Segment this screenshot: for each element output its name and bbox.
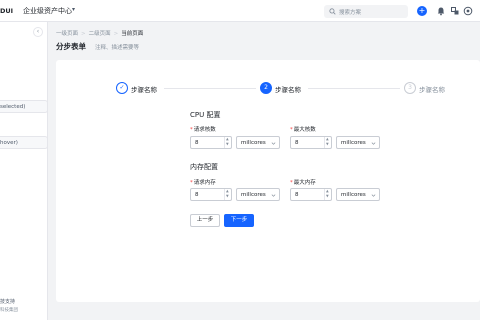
prev-step-button[interactable]: 上一步 [190, 214, 220, 227]
add-button[interactable]: + [417, 6, 427, 16]
stepper-up-icon[interactable]: ▲ [326, 189, 329, 193]
number-stepper[interactable]: ▲ ▼ [224, 137, 231, 148]
number-stepper[interactable]: ▲ ▼ [324, 137, 331, 148]
stepper-down-icon[interactable]: ▼ [326, 194, 329, 198]
support-text: 技支持 [0, 299, 16, 305]
breadcrumb-separator: > [81, 31, 86, 37]
cpu-max-unit-select[interactable]: millcores [336, 136, 380, 149]
stepper-down-icon[interactable]: ▼ [226, 194, 229, 198]
step-2-active-icon: 2 [260, 82, 272, 94]
breadcrumb: 一级页面 > 二级页面 > 当前页面 [56, 29, 143, 37]
cpu-section-title: CPU 配置 [190, 111, 221, 119]
search-input[interactable]: 搜索方案 [324, 5, 408, 18]
search-icon [329, 8, 336, 15]
memory-request-input[interactable]: 8 ▲ ▼ [190, 188, 232, 201]
page-title: 分步表单 [56, 42, 86, 51]
stepper-down-icon[interactable]: ▼ [326, 142, 329, 146]
stepper-up-icon[interactable]: ▲ [326, 137, 329, 141]
step-1-label: 步骤名称 [131, 86, 157, 94]
cpu-request-label: *请求核数 [190, 127, 216, 133]
sidebar-item-hover[interactable]: hover) [0, 136, 48, 149]
breadcrumb-item[interactable]: 二级页面 [89, 31, 111, 37]
chevron-down-icon[interactable]: ▾ [72, 6, 75, 13]
memory-max-unit-select[interactable]: millcores [336, 188, 380, 201]
step-connector [308, 88, 400, 89]
top-bar: DUI 企业级资产中心 ▾ 搜索方案 + [0, 0, 480, 22]
company-text: 科技集团 [0, 308, 18, 313]
bell-icon[interactable] [436, 6, 446, 16]
help-icon[interactable] [463, 6, 473, 16]
page-description: 注释、描述需要等 [95, 45, 140, 51]
stepper-up-icon[interactable]: ▲ [226, 189, 229, 193]
breadcrumb-current: 当前页面 [121, 31, 144, 37]
cpu-max-input[interactable]: 8 ▲ ▼ [290, 136, 332, 149]
logo: DUI [0, 7, 14, 15]
stepper-up-icon[interactable]: ▲ [226, 137, 229, 141]
translate-icon[interactable] [450, 6, 460, 16]
memory-request-unit-select[interactable]: millcores [236, 188, 280, 201]
sidebar: selected) hover) 技支持 科技集团 [0, 22, 48, 320]
breadcrumb-item[interactable]: 一级页面 [56, 31, 78, 37]
number-stepper[interactable]: ▲ ▼ [324, 189, 331, 200]
memory-section-title: 内存配置 [190, 163, 218, 171]
chevron-down-icon [371, 142, 376, 145]
chevron-down-icon [371, 194, 376, 197]
breadcrumb-separator: > [113, 31, 119, 37]
stepper-down-icon[interactable]: ▼ [226, 142, 229, 146]
step-1-finished-icon: ✓ [116, 82, 128, 94]
step-3-waiting-icon: 3 [404, 82, 416, 94]
sidebar-item-label: hover) [0, 140, 18, 146]
next-step-button[interactable]: 下一步 [224, 214, 254, 227]
sidebar-item-selected[interactable]: selected) [0, 100, 48, 113]
app-title[interactable]: 企业级资产中心 [23, 6, 72, 16]
number-stepper[interactable]: ▲ ▼ [224, 189, 231, 200]
cpu-request-input[interactable]: 8 ▲ ▼ [190, 136, 232, 149]
memory-max-input[interactable]: 8 ▲ ▼ [290, 188, 332, 201]
cpu-request-unit-select[interactable]: millcores [236, 136, 280, 149]
memory-request-label: *请求内存 [190, 180, 216, 186]
sidebar-item-label: selected) [0, 104, 26, 110]
form-card: ✓ 步骤名称 2 步骤名称 3 步骤名称 CPU 配置 *请求核数 8 ▲ ▼ … [56, 60, 480, 302]
sidebar-collapse-button[interactable]: ‹ [33, 27, 43, 37]
step-2-label: 步骤名称 [275, 86, 301, 94]
step-connector [164, 88, 256, 89]
chevron-down-icon [271, 194, 276, 197]
cpu-max-label: *最大核数 [290, 127, 316, 133]
memory-max-label: *最大内存 [290, 180, 316, 186]
search-placeholder: 搜索方案 [339, 10, 362, 16]
step-3-label: 步骤名称 [419, 86, 445, 94]
chevron-down-icon [271, 142, 276, 145]
